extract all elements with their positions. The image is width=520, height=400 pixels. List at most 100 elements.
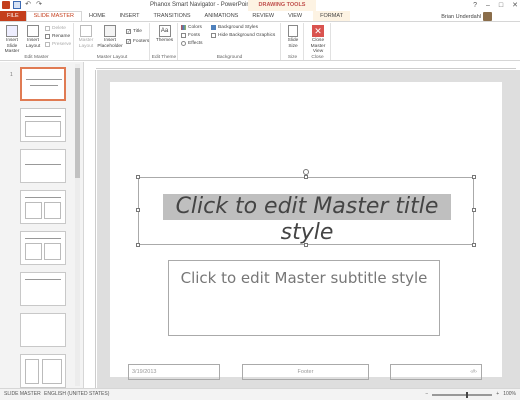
delete-button[interactable]: Delete [45, 26, 66, 31]
thumb-box [25, 359, 39, 384]
resize-handle[interactable] [304, 175, 308, 179]
background-styles-icon [211, 25, 216, 30]
tab-format[interactable]: FORMAT [313, 11, 350, 21]
title-placeholder[interactable]: Click to edit Master title style [136, 175, 476, 247]
close-master-view-button[interactable]: ✕ Close Master View [306, 25, 330, 55]
drawing-tools-context-label: DRAWING TOOLS [248, 0, 316, 11]
group-edit-theme: Aa Themes Edit Theme [151, 23, 178, 60]
slide-number-placeholder[interactable]: ‹#› [390, 364, 482, 380]
thumbnail-master[interactable] [20, 67, 66, 101]
resize-handle[interactable] [136, 243, 140, 247]
language-indicator[interactable]: ENGLISH (UNITED STATES) [44, 389, 109, 400]
maximize-button[interactable]: □ [499, 0, 503, 11]
group-label: Edit Theme [151, 55, 177, 60]
thumbnail-layout-title-only[interactable] [20, 272, 66, 306]
thumbnail-layout-section[interactable] [20, 149, 66, 183]
group-background: Colors Fonts Effects Background Styles H… [179, 23, 281, 60]
thumbnail-layout-title[interactable] [20, 108, 66, 142]
zoom-slider[interactable] [432, 391, 493, 398]
slide-canvas[interactable]: Click to edit Master title style Click t… [110, 82, 502, 380]
thumb-line [25, 238, 61, 239]
group-size: Slide Size Size [282, 23, 304, 60]
vertical-ruler [90, 70, 96, 388]
thumb-box [25, 243, 42, 260]
insert-slide-master-icon [6, 25, 18, 37]
background-styles-button[interactable]: Background Styles [211, 25, 258, 30]
themes-button[interactable]: Aa Themes [154, 25, 175, 44]
resize-handle[interactable] [304, 243, 308, 247]
tab-review[interactable]: REVIEW [245, 11, 281, 21]
resize-handle[interactable] [136, 208, 140, 212]
group-label: Close [311, 55, 324, 60]
footer-placeholder[interactable]: Footer [242, 364, 369, 380]
insert-layout-button[interactable]: Insert Layout [24, 25, 42, 49]
thumb-box [25, 202, 42, 219]
subtitle-placeholder[interactable]: Click to edit Master subtitle style [168, 260, 440, 336]
thumbnail-layout-comparison[interactable] [20, 231, 66, 265]
thumb-box [25, 121, 61, 137]
group-label: Edit Master [24, 55, 49, 60]
master-layout-button[interactable]: Master Layout [77, 25, 95, 49]
resize-handle[interactable] [472, 175, 476, 179]
master-layout-icon [80, 25, 92, 37]
master-title-text[interactable]: Click to edit Master title style [163, 194, 451, 245]
zoom-controls: − + 100% [425, 389, 516, 400]
rename-button[interactable]: Rename [45, 34, 70, 39]
tab-insert[interactable]: INSERT [112, 11, 146, 21]
slide-editing-area: Click to edit Master title style Click t… [97, 70, 520, 388]
fonts-button[interactable]: Fonts [181, 33, 200, 38]
title-bar: ↶ ↷ Phanox Smart Navigator - PowerPoint … [0, 0, 520, 11]
thumbnail-layout-blank[interactable] [20, 313, 66, 347]
window-controls: ? – □ ✕ [473, 0, 518, 11]
close-window-button[interactable]: ✕ [512, 0, 518, 11]
effects-button[interactable]: Effects [181, 41, 203, 46]
tab-animations[interactable]: ANIMATIONS [198, 11, 246, 21]
group-close: ✕ Close Master View Close [305, 23, 331, 60]
date-text: 3/19/2013 [132, 369, 157, 375]
scrollbar-handle[interactable] [75, 68, 80, 178]
redo-icon[interactable]: ↷ [35, 1, 43, 9]
close-icon: ✕ [312, 25, 324, 37]
insert-slide-master-button[interactable]: Insert Slide Master [2, 25, 22, 55]
thumb-line [26, 79, 62, 80]
undo-icon[interactable]: ↶ [24, 1, 32, 9]
ribbon: Insert Slide Master Insert Layout Delete… [0, 21, 520, 61]
preserve-icon [45, 42, 50, 47]
thumbnail-scrollbar[interactable] [75, 64, 80, 386]
thumb-line [25, 197, 61, 198]
footers-checkbox[interactable]: ✓ Footers [126, 39, 149, 44]
hide-background-graphics-checkbox[interactable]: Hide Background Graphics [211, 33, 275, 38]
slide-size-button[interactable]: Slide Size [284, 25, 302, 49]
quick-access-toolbar: ↶ ↷ [2, 1, 43, 9]
resize-handle[interactable] [136, 175, 140, 179]
master-subtitle-text[interactable]: Click to edit Master subtitle style [169, 269, 439, 287]
zoom-in-icon[interactable]: + [496, 389, 499, 400]
tab-file[interactable]: FILE [0, 11, 26, 21]
zoom-level[interactable]: 100% [503, 389, 516, 400]
user-account[interactable]: Brian Underdahl [441, 12, 492, 21]
minimize-button[interactable]: – [486, 0, 490, 11]
tab-slide-master[interactable]: SLIDE MASTER [25, 11, 82, 21]
date-placeholder[interactable]: 3/19/2013 [128, 364, 220, 380]
tab-home[interactable]: HOME [82, 11, 113, 21]
group-edit-master: Insert Slide Master Insert Layout Delete… [0, 23, 74, 60]
thumbnail-layout-two-content[interactable] [20, 190, 66, 224]
tab-transitions[interactable]: TRANSITIONS [147, 11, 198, 21]
preserve-button[interactable]: Preserve [45, 42, 71, 47]
resize-handle[interactable] [472, 208, 476, 212]
thumb-line [30, 85, 58, 86]
slide-number-text: ‹#› [470, 369, 477, 375]
tab-view[interactable]: VIEW [281, 11, 309, 21]
group-label: Background [216, 55, 243, 60]
save-icon[interactable] [13, 1, 21, 9]
delete-icon [45, 26, 50, 31]
help-button[interactable]: ? [473, 0, 477, 11]
insert-placeholder-button[interactable]: Insert Placeholder [96, 25, 124, 49]
colors-button[interactable]: Colors [181, 25, 202, 30]
zoom-out-icon[interactable]: − [425, 389, 428, 400]
thumb-box [44, 243, 61, 260]
resize-handle[interactable] [472, 243, 476, 247]
title-checkbox[interactable]: ✓ Title [126, 29, 142, 34]
thumbnail-layout-content-caption[interactable] [20, 354, 66, 388]
themes-icon: Aa [158, 25, 171, 37]
